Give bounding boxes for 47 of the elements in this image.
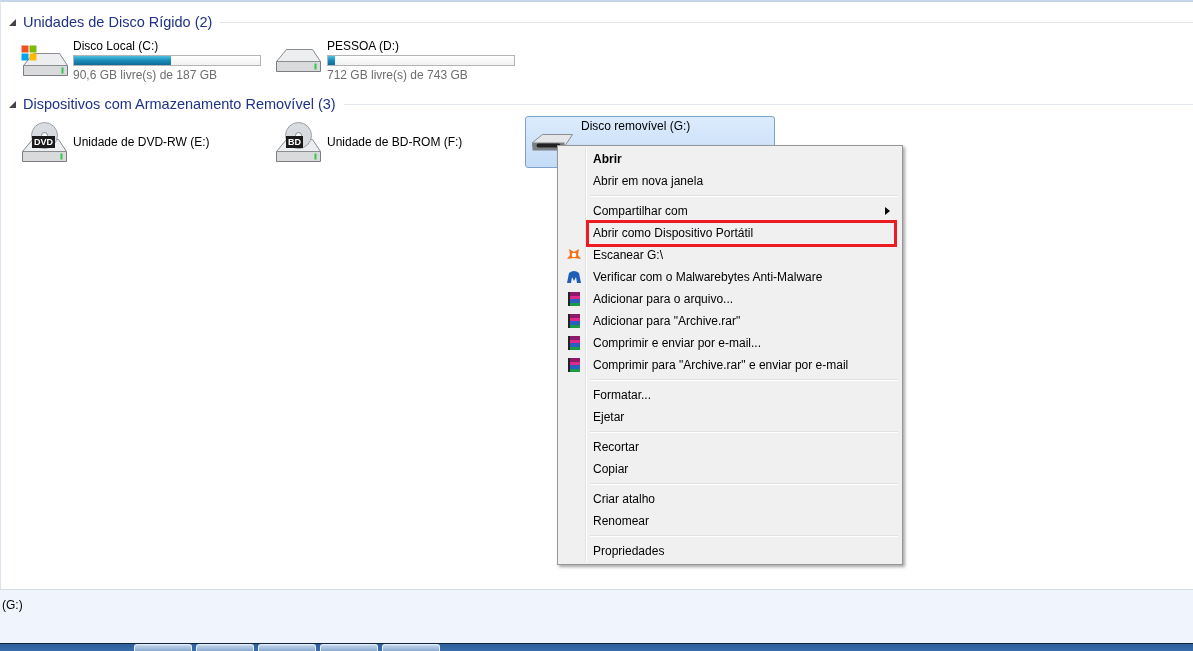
- drive-tile[interactable]: PESSOA (D:) 712 GB livre(s) de 743 GB: [271, 34, 521, 86]
- taskbar-button[interactable]: [320, 644, 378, 651]
- menu-item[interactable]: Criar atalho: [560, 488, 900, 510]
- drive-icon: [275, 48, 321, 72]
- menu-item[interactable]: Recortar: [560, 436, 900, 458]
- menu-item[interactable]: Compartilhar com: [560, 200, 900, 222]
- menu-item[interactable]: Abrir como Dispositivo Portátil: [560, 222, 900, 244]
- menu-item[interactable]: Comprimir e enviar por e-mail...: [560, 332, 900, 354]
- drive-tile[interactable]: Disco Local (C:) 90,6 GB livre(s) de 187 GB: [17, 34, 267, 86]
- books-icon: [566, 357, 582, 373]
- drive-name: PESSOA (D:): [327, 37, 401, 54]
- drive-tile[interactable]: DVD Unidade de DVD-RW (E:): [17, 116, 267, 168]
- drive-name: Unidade de BD-ROM (F:): [327, 134, 463, 150]
- drive-name: Disco Local (C:): [73, 37, 160, 54]
- menu-item[interactable]: Formatar...: [560, 384, 900, 406]
- free-space-text: 90,6 GB livre(s) de 187 GB: [73, 66, 219, 83]
- menu-item[interactable]: Adicionar para "Archive.rar": [560, 310, 900, 332]
- menu-item[interactable]: Copiar: [560, 458, 900, 480]
- group-title[interactable]: Unidades de Disco Rígido (2): [23, 14, 213, 30]
- menu-item[interactable]: Abrir em nova janela: [560, 170, 900, 192]
- taskbar-button[interactable]: [196, 644, 254, 651]
- disc-label: BD: [286, 136, 303, 148]
- group-title[interactable]: Dispositivos com Armazenamento Removível (3): [23, 96, 336, 112]
- drive-name: Disco removível (G:): [581, 118, 691, 134]
- drive-icon: [20, 44, 68, 76]
- menu-item[interactable]: Verificar com o Malwarebytes Anti-Malware: [560, 266, 900, 288]
- taskbar-button[interactable]: [258, 644, 316, 651]
- menu-item[interactable]: Renomear: [560, 510, 900, 532]
- menu-item[interactable]: Propriedades: [560, 540, 900, 562]
- drive-tile[interactable]: BD Unidade de BD-ROM (F:): [271, 116, 521, 168]
- taskbar-button[interactable]: [134, 644, 192, 651]
- submenu-arrow-icon: [885, 207, 890, 215]
- drive-name: Unidade de DVD-RW (E:): [73, 134, 210, 150]
- menu-item[interactable]: Adicionar para o arquivo...: [560, 288, 900, 310]
- expand-icon[interactable]: [9, 18, 16, 26]
- m-logo-icon: [566, 269, 582, 285]
- menu-item[interactable]: Ejetar: [560, 406, 900, 428]
- books-icon: [566, 313, 582, 329]
- taskbar-button[interactable]: [382, 644, 440, 651]
- status-text: (G:): [2, 598, 23, 612]
- menu-item[interactable]: Comprimir para "Archive.rar" e enviar por e-mail: [560, 354, 900, 376]
- free-space-text: 712 GB livre(s) de 743 GB: [327, 66, 469, 83]
- expand-icon[interactable]: [9, 100, 16, 108]
- books-icon: [566, 335, 582, 351]
- disc-label: DVD: [32, 136, 55, 148]
- menu-item[interactable]: Escanear G:\: [560, 244, 900, 266]
- books-icon: [566, 291, 582, 307]
